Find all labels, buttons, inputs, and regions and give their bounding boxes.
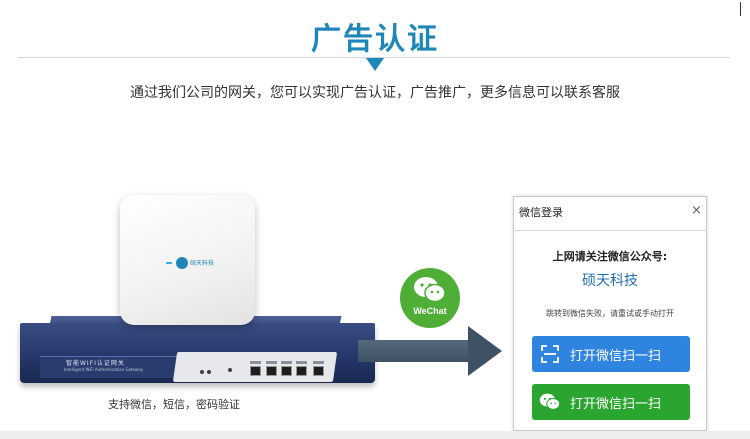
fallback-hint: 跳转到微信失败，请重试或手动打开 bbox=[546, 309, 674, 318]
close-icon[interactable]: × bbox=[691, 203, 702, 218]
status-led bbox=[207, 370, 211, 374]
wechat-icon bbox=[532, 384, 568, 420]
bottom-strip bbox=[0, 431, 750, 439]
open-wechat-button[interactable]: 打开微信扫一扫 bbox=[532, 384, 690, 420]
ethernet-port bbox=[313, 366, 324, 376]
ap-brand: 硕天科技 bbox=[190, 260, 215, 267]
ethernet-port bbox=[250, 366, 261, 376]
title-pointer bbox=[366, 58, 384, 71]
follow-prompt: 上网请关注微信公众号: bbox=[552, 250, 668, 263]
intro-text: 通过我们公司的网关，您可以实现广告认证，广告推广，更多信息可以联系客服 bbox=[130, 85, 620, 101]
status-led bbox=[200, 370, 204, 374]
router-sublabel: Intelligent WiFi Authentication Gateway bbox=[64, 367, 144, 372]
open-button-label: 打开微信扫一扫 bbox=[570, 396, 662, 412]
dialog-title: 微信登录 bbox=[519, 206, 563, 219]
port-led bbox=[250, 361, 261, 364]
open-wechat-scan-button[interactable]: 打开微信扫一扫 bbox=[532, 336, 690, 372]
ethernet-port bbox=[281, 366, 292, 376]
port-led bbox=[296, 361, 307, 364]
official-account-name: 硕天科技 bbox=[582, 273, 638, 289]
ap-indicator-led bbox=[166, 262, 172, 264]
port-led bbox=[313, 361, 324, 364]
auth-methods-caption: 支持微信，短信，密码验证 bbox=[108, 398, 240, 411]
ethernet-port bbox=[296, 366, 307, 376]
page-title: 广告认证 bbox=[311, 22, 439, 57]
wechat-icon bbox=[414, 277, 446, 303]
scan-icon bbox=[532, 336, 568, 372]
router-label: 智能WIFI认证网关 bbox=[66, 360, 125, 367]
dialog-divider bbox=[513, 230, 707, 231]
port-led bbox=[281, 361, 292, 364]
wechat-badge bbox=[400, 268, 460, 328]
reset-hole bbox=[228, 368, 232, 372]
ap-logo-icon bbox=[176, 257, 188, 269]
flow-arrow-shaft bbox=[358, 340, 470, 362]
scan-button-label: 打开微信扫一扫 bbox=[570, 348, 662, 364]
ethernet-port bbox=[266, 366, 277, 376]
flow-arrow-head bbox=[468, 326, 502, 376]
wechat-badge-label: WeChat bbox=[413, 306, 447, 316]
port-led bbox=[266, 361, 277, 364]
